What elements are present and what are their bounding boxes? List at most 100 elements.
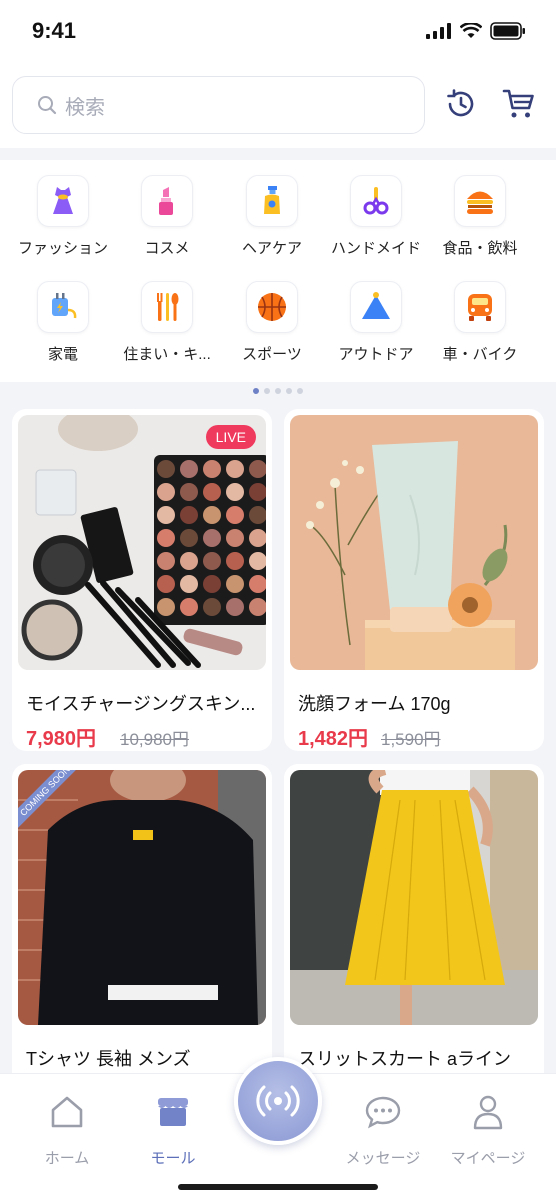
shop-icon: [158, 1098, 188, 1126]
eyeshadow-pan: [226, 552, 244, 570]
status-icons: [426, 22, 526, 40]
category-handmade[interactable]: ハンドメイド: [324, 175, 428, 275]
basketball-icon: [258, 293, 286, 321]
signal-icon: [426, 23, 451, 39]
product-card[interactable]: LIVE モイスチャージングスキン... 7,980円 10,980円: [12, 409, 272, 751]
category-fashion[interactable]: ファッション: [11, 175, 115, 275]
product-name: スリットスカート aライン: [298, 1049, 512, 1069]
eyeshadow-pan: [203, 483, 221, 501]
eyeshadow-pan: [226, 529, 244, 547]
category-tile: [141, 281, 193, 333]
category-label: 家電: [47, 346, 78, 363]
tab-messages[interactable]: メッセージ: [338, 1092, 428, 1168]
broadcast-icon: [256, 1085, 300, 1117]
category-food[interactable]: 食品・飲料: [428, 175, 532, 275]
search-input[interactable]: 検索: [12, 76, 425, 134]
category-tile: [37, 175, 89, 227]
home-indicator: [178, 1184, 378, 1190]
profile-icon: [473, 1095, 503, 1130]
eyeshadow-pan: [157, 529, 175, 547]
eyeshadow-pan: [157, 575, 175, 593]
plug-icon: [52, 293, 77, 319]
eyeshadow-pan: [157, 483, 175, 501]
eyeshadow-pan: [180, 552, 198, 570]
product-card[interactable]: 洗顔フォーム 170g 1,482円 1,590円: [284, 409, 544, 751]
category-home-kitchen[interactable]: 住まい・キ...: [115, 281, 219, 381]
page-indicator: [0, 388, 556, 394]
status-time: 9:41: [32, 18, 77, 43]
eyeshadow-pan: [157, 460, 175, 478]
category-tile: [350, 175, 402, 227]
cosmetics-photo: [18, 415, 266, 670]
category-car-bike[interactable]: 車・バイク: [428, 281, 532, 381]
category-label: コスメ: [144, 240, 190, 257]
chat-icon: [365, 1096, 401, 1129]
product-name: モイスチャージングスキン...: [26, 694, 256, 714]
cart-icon: [502, 89, 534, 118]
category-grid: ファッション コスメ ヘアケア ハンドメイド 食品・飲料 家電 住まい・キ...…: [0, 160, 556, 382]
history-button[interactable]: [443, 86, 479, 122]
category-label: アウトドア: [338, 346, 414, 363]
tab-home[interactable]: ホーム: [22, 1092, 112, 1168]
page-dot: [264, 388, 270, 394]
eyeshadow-pan: [180, 575, 198, 593]
tab-label: ホーム: [44, 1150, 90, 1167]
eyeshadow-pan: [226, 598, 244, 616]
scissors-icon: [363, 187, 389, 215]
category-haircare[interactable]: ヘアケア: [220, 175, 324, 275]
eyeshadow-pan: [203, 575, 221, 593]
tshirt-photo: [18, 770, 266, 1025]
product-price: 7,980円: [26, 728, 97, 750]
category-appliances[interactable]: 家電: [11, 281, 115, 381]
face-wash-photo: [290, 415, 538, 670]
eyeshadow-pan: [203, 552, 221, 570]
category-tile: [350, 281, 402, 333]
page-dot: [253, 388, 259, 394]
page-dot: [275, 388, 281, 394]
eyeshadow-pan: [226, 460, 244, 478]
category-tile: [141, 175, 193, 227]
product-card[interactable]: スリットスカート aライン: [284, 764, 544, 1073]
eyeshadow-pan: [180, 598, 198, 616]
product-grid: LIVE モイスチャージングスキン... 7,980円 10,980円 洗顔フォ…: [0, 400, 556, 1073]
status-bar: 9:41: [0, 0, 556, 64]
lipstick-icon: [159, 187, 173, 215]
category-label: 食品・飲料: [442, 240, 518, 257]
product-image: LIVE: [18, 415, 266, 670]
category-cosme[interactable]: コスメ: [115, 175, 219, 275]
category-tile: [246, 175, 298, 227]
eyeshadow-pan: [157, 552, 175, 570]
live-broadcast-button[interactable]: [234, 1057, 322, 1145]
car-icon: [468, 294, 492, 321]
tab-mypage[interactable]: マイページ: [443, 1092, 533, 1168]
tent-icon: [362, 292, 390, 319]
category-outdoor[interactable]: アウトドア: [324, 281, 428, 381]
eyeshadow-pan: [157, 506, 175, 524]
product-image: [290, 770, 538, 1025]
product-name: Tシャツ 長袖 メンズ: [26, 1049, 191, 1069]
product-name: 洗顔フォーム 170g: [298, 694, 451, 714]
eyeshadow-pan: [180, 483, 198, 501]
product-card[interactable]: COMING SOON Tシャツ 長袖 メンズ: [12, 764, 272, 1073]
eyeshadow-pan: [203, 529, 221, 547]
live-badge: LIVE: [205, 425, 256, 449]
category-tile: [37, 281, 89, 333]
eyeshadow-pan: [203, 460, 221, 478]
product-image: [290, 415, 538, 670]
tab-label: メッセージ: [345, 1150, 421, 1167]
product-price: 1,482円: [298, 728, 369, 750]
tab-mall[interactable]: モール: [128, 1092, 218, 1168]
eyeshadow-pan: [203, 598, 221, 616]
category-sports[interactable]: スポーツ: [220, 281, 324, 381]
category-label: スポーツ: [242, 346, 302, 363]
eyeshadow-pan: [226, 483, 244, 501]
category-label: 車・バイク: [442, 346, 518, 363]
eyeshadow-pan: [180, 506, 198, 524]
page-dot: [297, 388, 303, 394]
burger-icon: [467, 191, 493, 214]
tab-label: マイページ: [450, 1150, 526, 1167]
top-bar: 検索: [0, 64, 556, 148]
home-icon: [51, 1096, 83, 1128]
cart-button[interactable]: [501, 86, 537, 122]
eyeshadow-pan: [180, 460, 198, 478]
